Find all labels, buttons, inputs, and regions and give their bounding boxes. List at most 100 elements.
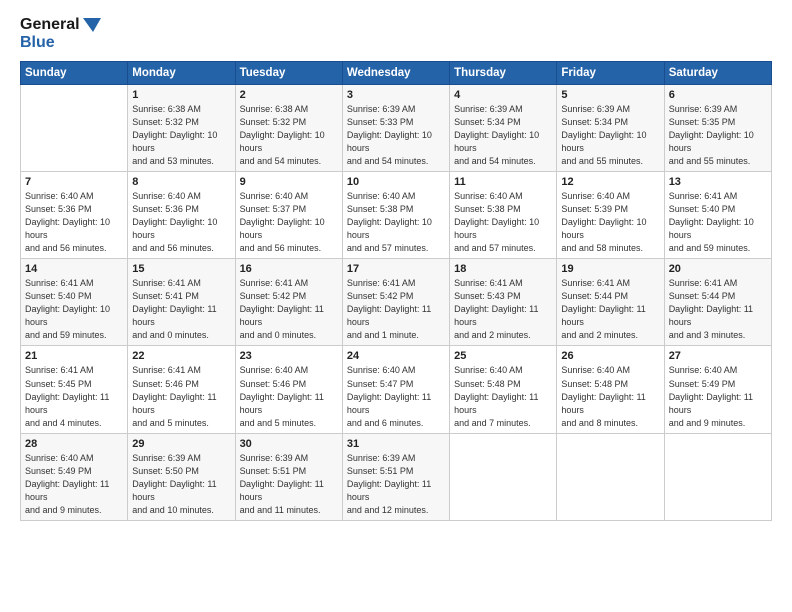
day-number: 24: [347, 350, 445, 362]
weekday-wednesday: Wednesday: [342, 61, 449, 84]
day-number: 12: [561, 176, 659, 188]
day-cell: 9 Sunrise: 6:40 AMSunset: 5:37 PMDaylight…: [235, 172, 342, 259]
day-number: 16: [240, 263, 338, 275]
day-number: 8: [132, 176, 230, 188]
day-cell: 8 Sunrise: 6:40 AMSunset: 5:36 PMDaylight…: [128, 172, 235, 259]
day-cell: [450, 433, 557, 520]
day-info: Sunrise: 6:40 AMSunset: 5:48 PMDaylight:…: [561, 364, 659, 429]
day-info: Sunrise: 6:41 AMSunset: 5:43 PMDaylight:…: [454, 277, 552, 342]
day-cell: 23 Sunrise: 6:40 AMSunset: 5:46 PMDayligh…: [235, 346, 342, 433]
day-info: Sunrise: 6:40 AMSunset: 5:39 PMDaylight:…: [561, 190, 659, 255]
week-row-2: 7 Sunrise: 6:40 AMSunset: 5:36 PMDaylight…: [21, 172, 772, 259]
week-row-5: 28 Sunrise: 6:40 AMSunset: 5:49 PMDayligh…: [21, 433, 772, 520]
day-info: Sunrise: 6:39 AMSunset: 5:34 PMDaylight:…: [454, 103, 552, 168]
day-info: Sunrise: 6:39 AMSunset: 5:50 PMDaylight:…: [132, 452, 230, 517]
day-number: 17: [347, 263, 445, 275]
day-number: 11: [454, 176, 552, 188]
day-cell: 31 Sunrise: 6:39 AMSunset: 5:51 PMDayligh…: [342, 433, 449, 520]
day-number: 26: [561, 350, 659, 362]
day-number: 22: [132, 350, 230, 362]
page-header: General Blue: [20, 16, 772, 53]
day-cell: 12 Sunrise: 6:40 AMSunset: 5:39 PMDayligh…: [557, 172, 664, 259]
day-cell: 13 Sunrise: 6:41 AMSunset: 5:40 PMDayligh…: [664, 172, 771, 259]
day-info: Sunrise: 6:41 AMSunset: 5:44 PMDaylight:…: [669, 277, 767, 342]
day-cell: 11 Sunrise: 6:40 AMSunset: 5:38 PMDayligh…: [450, 172, 557, 259]
day-cell: 26 Sunrise: 6:40 AMSunset: 5:48 PMDayligh…: [557, 346, 664, 433]
day-info: Sunrise: 6:38 AMSunset: 5:32 PMDaylight:…: [132, 103, 230, 168]
day-cell: 7 Sunrise: 6:40 AMSunset: 5:36 PMDaylight…: [21, 172, 128, 259]
day-cell: 15 Sunrise: 6:41 AMSunset: 5:41 PMDayligh…: [128, 259, 235, 346]
day-cell: 3 Sunrise: 6:39 AMSunset: 5:33 PMDaylight…: [342, 84, 449, 171]
day-cell: 17 Sunrise: 6:41 AMSunset: 5:42 PMDayligh…: [342, 259, 449, 346]
weekday-tuesday: Tuesday: [235, 61, 342, 84]
day-number: 4: [454, 89, 552, 101]
day-cell: 24 Sunrise: 6:40 AMSunset: 5:47 PMDayligh…: [342, 346, 449, 433]
day-number: 31: [347, 438, 445, 450]
day-info: Sunrise: 6:40 AMSunset: 5:38 PMDaylight:…: [347, 190, 445, 255]
day-info: Sunrise: 6:41 AMSunset: 5:40 PMDaylight:…: [25, 277, 123, 342]
weekday-thursday: Thursday: [450, 61, 557, 84]
day-number: 13: [669, 176, 767, 188]
day-cell: 21 Sunrise: 6:41 AMSunset: 5:45 PMDayligh…: [21, 346, 128, 433]
day-info: Sunrise: 6:40 AMSunset: 5:49 PMDaylight:…: [25, 452, 123, 517]
day-info: Sunrise: 6:40 AMSunset: 5:38 PMDaylight:…: [454, 190, 552, 255]
day-number: 27: [669, 350, 767, 362]
day-number: 14: [25, 263, 123, 275]
week-row-1: 1 Sunrise: 6:38 AMSunset: 5:32 PMDaylight…: [21, 84, 772, 171]
day-cell: 16 Sunrise: 6:41 AMSunset: 5:42 PMDayligh…: [235, 259, 342, 346]
day-info: Sunrise: 6:41 AMSunset: 5:41 PMDaylight:…: [132, 277, 230, 342]
day-cell: 20 Sunrise: 6:41 AMSunset: 5:44 PMDayligh…: [664, 259, 771, 346]
day-number: 29: [132, 438, 230, 450]
day-cell: [21, 84, 128, 171]
day-info: Sunrise: 6:40 AMSunset: 5:47 PMDaylight:…: [347, 364, 445, 429]
day-info: Sunrise: 6:41 AMSunset: 5:40 PMDaylight:…: [669, 190, 767, 255]
day-number: 23: [240, 350, 338, 362]
day-info: Sunrise: 6:40 AMSunset: 5:46 PMDaylight:…: [240, 364, 338, 429]
day-info: Sunrise: 6:40 AMSunset: 5:36 PMDaylight:…: [25, 190, 123, 255]
week-row-4: 21 Sunrise: 6:41 AMSunset: 5:45 PMDayligh…: [21, 346, 772, 433]
day-info: Sunrise: 6:41 AMSunset: 5:44 PMDaylight:…: [561, 277, 659, 342]
day-cell: 5Sunrise: 6:39 AMSunset: 5:34 PMDaylight…: [557, 84, 664, 171]
weekday-sunday: Sunday: [21, 61, 128, 84]
day-info: Sunrise: 6:41 AMSunset: 5:42 PMDaylight:…: [240, 277, 338, 342]
day-number: 10: [347, 176, 445, 188]
day-info: Sunrise: 6:40 AMSunset: 5:36 PMDaylight:…: [132, 190, 230, 255]
day-cell: 6 Sunrise: 6:39 AMSunset: 5:35 PMDaylight…: [664, 84, 771, 171]
day-cell: 30Sunrise: 6:39 AMSunset: 5:51 PMDayligh…: [235, 433, 342, 520]
weekday-saturday: Saturday: [664, 61, 771, 84]
day-cell: 19Sunrise: 6:41 AMSunset: 5:44 PMDayligh…: [557, 259, 664, 346]
logo-text: General Blue: [20, 16, 101, 53]
day-number: 28: [25, 438, 123, 450]
day-info: Sunrise: 6:41 AMSunset: 5:46 PMDaylight:…: [132, 364, 230, 429]
day-number: 25: [454, 350, 552, 362]
week-row-3: 14 Sunrise: 6:41 AMSunset: 5:40 PMDayligh…: [21, 259, 772, 346]
day-info: Sunrise: 6:41 AMSunset: 5:42 PMDaylight:…: [347, 277, 445, 342]
day-number: 6: [669, 89, 767, 101]
weekday-monday: Monday: [128, 61, 235, 84]
calendar-table: SundayMondayTuesdayWednesdayThursdayFrid…: [20, 61, 772, 521]
day-number: 9: [240, 176, 338, 188]
day-cell: 29 Sunrise: 6:39 AMSunset: 5:50 PMDayligh…: [128, 433, 235, 520]
logo-arrow-icon: [83, 18, 101, 32]
day-info: Sunrise: 6:39 AMSunset: 5:51 PMDaylight:…: [347, 452, 445, 517]
day-info: Sunrise: 6:41 AMSunset: 5:45 PMDaylight:…: [25, 364, 123, 429]
day-number: 21: [25, 350, 123, 362]
logo: General Blue: [20, 16, 101, 53]
day-info: Sunrise: 6:39 AMSunset: 5:33 PMDaylight:…: [347, 103, 445, 168]
day-info: Sunrise: 6:39 AMSunset: 5:51 PMDaylight:…: [240, 452, 338, 517]
day-number: 3: [347, 89, 445, 101]
day-cell: [557, 433, 664, 520]
day-number: 7: [25, 176, 123, 188]
day-number: 15: [132, 263, 230, 275]
weekday-header-row: SundayMondayTuesdayWednesdayThursdayFrid…: [21, 61, 772, 84]
day-info: Sunrise: 6:39 AMSunset: 5:35 PMDaylight:…: [669, 103, 767, 168]
weekday-friday: Friday: [557, 61, 664, 84]
day-number: 1: [132, 89, 230, 101]
day-cell: 25Sunrise: 6:40 AMSunset: 5:48 PMDayligh…: [450, 346, 557, 433]
day-number: 20: [669, 263, 767, 275]
day-cell: 14 Sunrise: 6:41 AMSunset: 5:40 PMDayligh…: [21, 259, 128, 346]
day-cell: 18Sunrise: 6:41 AMSunset: 5:43 PMDayligh…: [450, 259, 557, 346]
day-cell: 4 Sunrise: 6:39 AMSunset: 5:34 PMDaylight…: [450, 84, 557, 171]
day-cell: 27Sunrise: 6:40 AMSunset: 5:49 PMDayligh…: [664, 346, 771, 433]
day-info: Sunrise: 6:40 AMSunset: 5:37 PMDaylight:…: [240, 190, 338, 255]
